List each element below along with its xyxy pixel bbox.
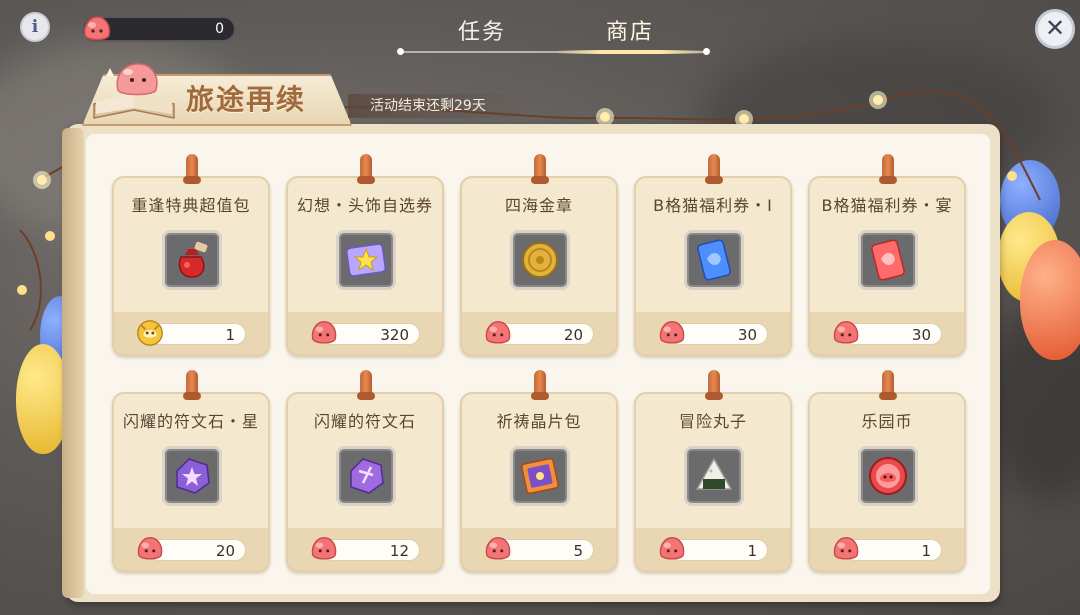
price-area: 1 <box>114 312 268 354</box>
shop-item-card[interactable]: 幻想・头饰自选券 320 <box>286 154 444 356</box>
pin-decoration <box>705 370 723 400</box>
item-title: B格猫福利券・I <box>653 196 773 215</box>
currency-display: 0 <box>82 16 236 42</box>
pink-slime-icon <box>830 534 862 564</box>
shop-item-card[interactable]: 重逢特典超值包 1 <box>112 154 270 356</box>
tab-bar: 任务 商店 <box>380 0 720 60</box>
board-spine <box>62 128 84 598</box>
item-title: 冒险丸子 <box>678 412 747 431</box>
crystal-pack-icon <box>510 446 570 506</box>
price-area: 1 <box>636 528 790 570</box>
item-price: 1 <box>921 542 931 560</box>
item-price: 20 <box>563 326 583 344</box>
item-title: 重逢特典超值包 <box>131 196 251 215</box>
tab-active-indicator <box>556 50 706 54</box>
info-button[interactable]: i <box>20 12 50 42</box>
special-coin-icon <box>134 318 166 348</box>
price-area: 20 <box>114 528 268 570</box>
rune-stone-icon <box>336 446 396 506</box>
pin-decoration <box>705 154 723 184</box>
pink-slime-icon <box>134 534 166 564</box>
pin-decoration <box>879 370 897 400</box>
item-price: 5 <box>573 542 583 560</box>
currency-amount: 0 <box>215 21 224 37</box>
rune-stone-star-icon <box>162 446 222 506</box>
tab-dot-left <box>397 48 404 55</box>
shop-item-card[interactable]: 闪耀的符文石・星 20 <box>112 370 270 572</box>
item-title: 幻想・头饰自选券 <box>296 196 433 215</box>
item-title: 闪耀的符文石 <box>313 412 416 431</box>
item-title: 乐园币 <box>861 412 913 431</box>
star-ticket-icon <box>336 230 396 290</box>
shop-item-card[interactable]: 闪耀的符文石 12 <box>286 370 444 572</box>
item-price: 12 <box>389 542 409 560</box>
rice-ball-icon <box>684 446 744 506</box>
shop-item-card[interactable]: B格猫福利券・I 30 <box>634 154 792 356</box>
close-button[interactable]: ✕ <box>1035 9 1075 49</box>
pink-slime-icon <box>830 318 862 348</box>
pink-slime-icon <box>482 318 514 348</box>
shop-item-card[interactable]: B格猫福利券・宴 30 <box>808 154 966 356</box>
price-area: 12 <box>288 528 442 570</box>
shop-item-card[interactable]: 祈祷晶片包 5 <box>460 370 618 572</box>
tab-dot-right <box>703 48 710 55</box>
red-ticket-icon <box>858 230 918 290</box>
tab-task[interactable]: 任务 <box>458 14 506 46</box>
shop-item-card[interactable]: 冒险丸子 1 <box>634 370 792 572</box>
item-price: 30 <box>911 326 931 344</box>
price-area: 1 <box>810 528 964 570</box>
item-title: B格猫福利券・宴 <box>821 196 953 215</box>
pink-slime-icon <box>656 534 688 564</box>
park-coin-icon <box>858 446 918 506</box>
pin-decoration <box>357 154 375 184</box>
pin-decoration <box>531 154 549 184</box>
red-pouch-icon <box>162 230 222 290</box>
tab-shop[interactable]: 商店 <box>606 14 654 46</box>
price-area: 30 <box>636 312 790 354</box>
pin-decoration <box>183 370 201 400</box>
price-area: 30 <box>810 312 964 354</box>
balloon-decoration <box>1020 240 1080 360</box>
event-countdown: 活动结束还剩29天 <box>348 94 528 118</box>
banner-title: 旅途再续 <box>186 83 307 116</box>
pink-slime-icon <box>308 318 340 348</box>
price-area: 320 <box>288 312 442 354</box>
item-price: 1 <box>225 326 235 344</box>
item-title: 祈祷晶片包 <box>496 412 582 431</box>
gold-medal-icon <box>510 230 570 290</box>
pink-slime-icon <box>656 318 688 348</box>
pin-decoration <box>183 154 201 184</box>
item-title: 闪耀的符文石・星 <box>122 412 259 431</box>
item-title: 四海金章 <box>504 196 573 215</box>
pin-decoration <box>879 154 897 184</box>
item-price: 20 <box>215 542 235 560</box>
pink-slime-icon <box>83 16 111 41</box>
pink-slime-icon <box>308 534 340 564</box>
shop-item-card[interactable]: 四海金章 20 <box>460 154 618 356</box>
price-area: 5 <box>462 528 616 570</box>
shop-item-card[interactable]: 乐园币 1 <box>808 370 966 572</box>
item-price: 1 <box>747 542 757 560</box>
price-area: 20 <box>462 312 616 354</box>
item-price: 320 <box>380 326 409 344</box>
pin-decoration <box>357 370 375 400</box>
pink-slime-icon <box>482 534 514 564</box>
pin-decoration <box>531 370 549 400</box>
book-mascot-icon <box>93 63 175 119</box>
item-price: 30 <box>737 326 757 344</box>
blue-ticket-icon <box>684 230 744 290</box>
